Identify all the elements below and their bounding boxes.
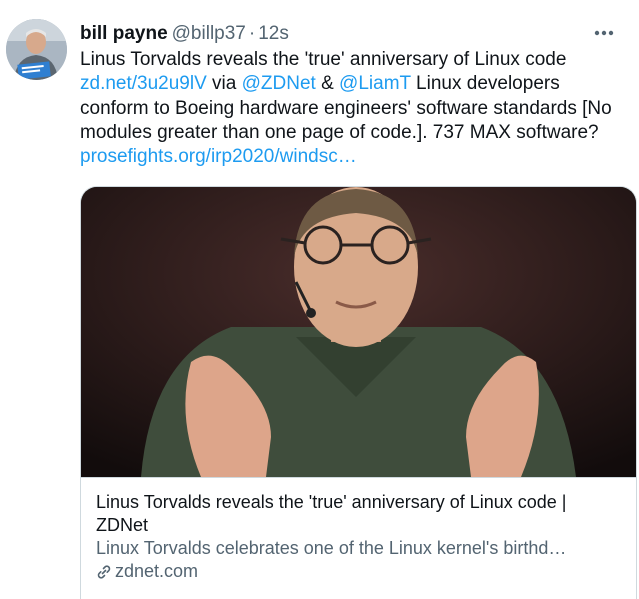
more-options-button[interactable] xyxy=(591,20,617,46)
tweet-header: bill payne @billp37 · 12s xyxy=(80,22,289,46)
link-preview-card[interactable]: Linus Torvalds reveals the 'true' annive… xyxy=(80,186,637,599)
tweet-text-part: & xyxy=(315,73,340,95)
card-title: Linus Torvalds reveals the 'true' annive… xyxy=(96,492,567,535)
external-link[interactable]: prosefights.org/irp2020/windsc… xyxy=(80,146,357,167)
more-horizontal-icon xyxy=(594,30,614,36)
tweet-text-part: via xyxy=(206,73,242,95)
tweet-text-part: Linus Torvalds reveals the 'true' annive… xyxy=(80,49,567,70)
card-domain: zdnet.com xyxy=(96,560,622,583)
mention-zdnet[interactable]: @ZDNet xyxy=(242,73,316,94)
tweet[interactable]: bill payne @billp37 · 12s Linus Torvalds re… xyxy=(0,0,639,599)
card-description: Linux Torvalds celebrates one of the Lin… xyxy=(96,538,567,558)
card-domain-text: zdnet.com xyxy=(115,561,199,581)
mention-liamt[interactable]: @LiamT xyxy=(339,73,411,94)
tweet-text: Linus Torvalds reveals the 'true' annive… xyxy=(80,48,625,169)
short-link[interactable]: zd.net/3u2u9lV xyxy=(80,73,207,94)
display-name[interactable]: bill payne xyxy=(80,23,168,44)
separator-dot: · xyxy=(248,23,256,44)
timestamp[interactable]: 12s xyxy=(258,23,289,44)
link-icon xyxy=(97,564,111,579)
avatar[interactable] xyxy=(6,19,67,80)
card-info: Linus Torvalds reveals the 'true' annive… xyxy=(81,477,636,583)
user-handle[interactable]: @billp37 xyxy=(172,23,246,44)
card-image xyxy=(81,187,636,477)
user-avatar-icon xyxy=(6,19,67,80)
